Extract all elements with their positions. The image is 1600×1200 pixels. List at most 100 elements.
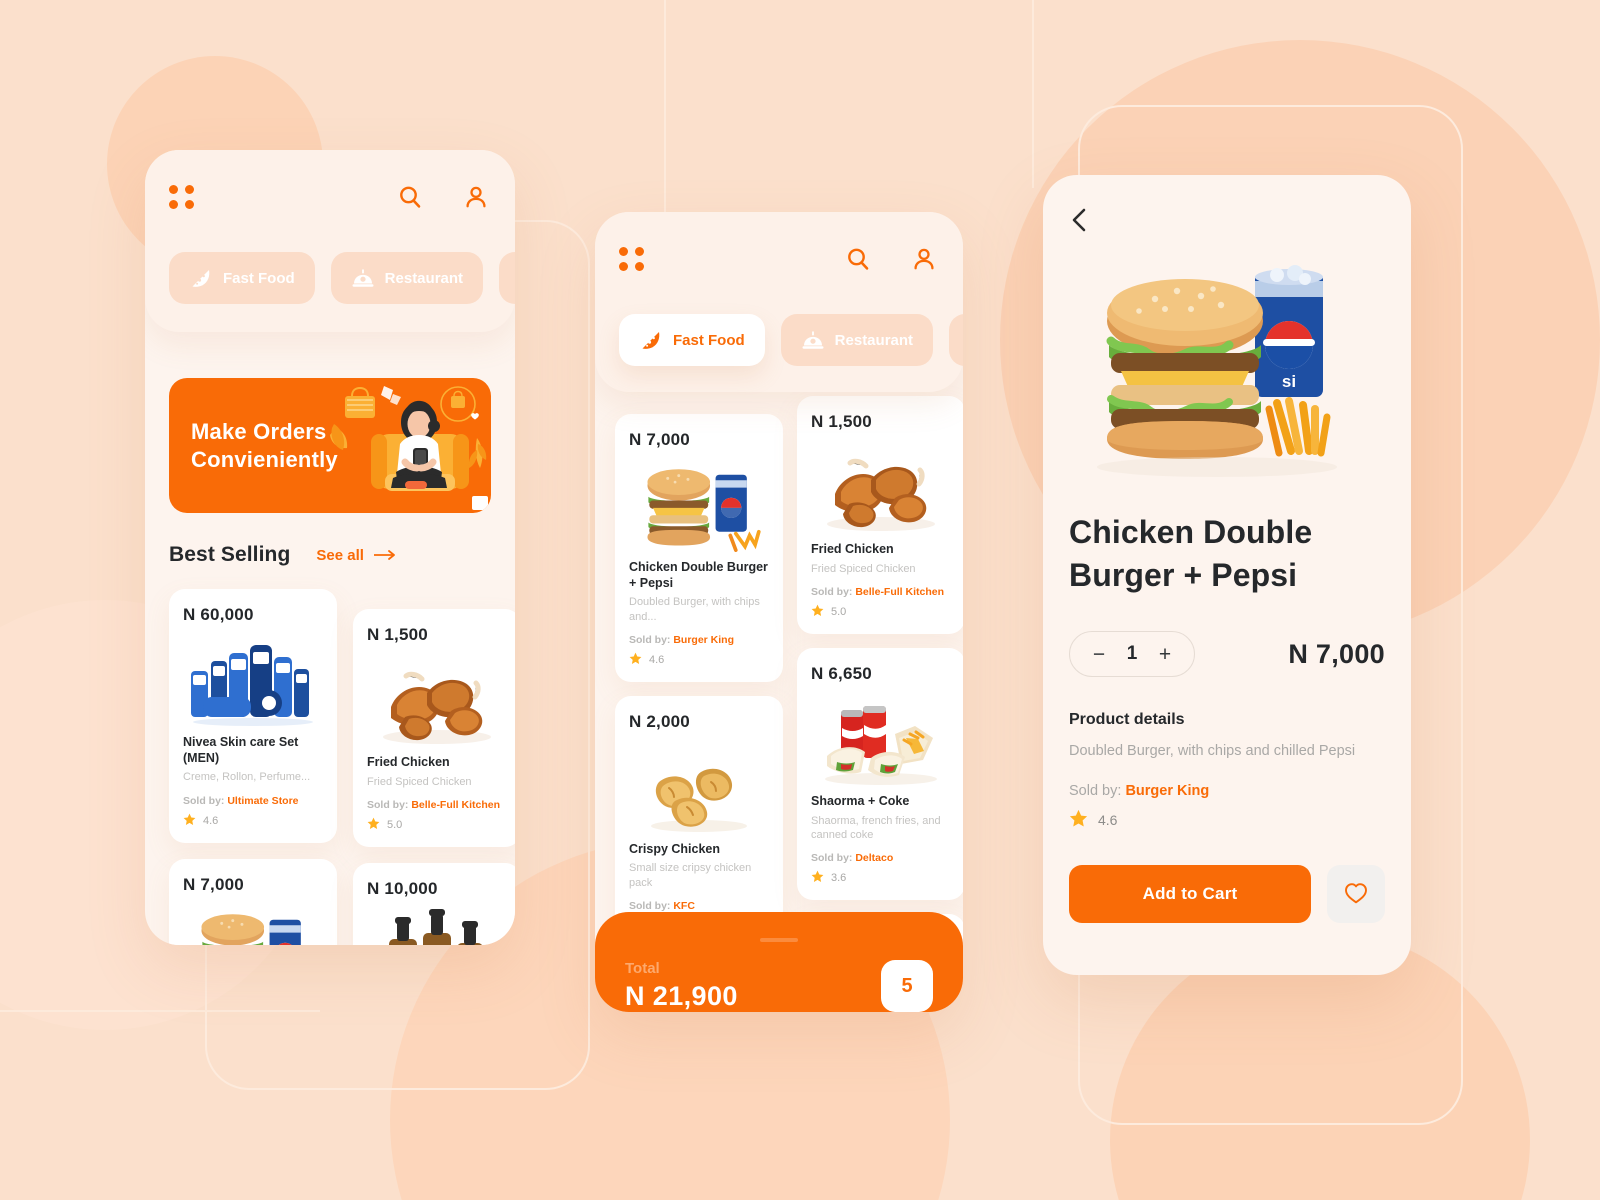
rating-value: 5.0	[387, 818, 403, 831]
rating-value: 5.0	[831, 605, 847, 618]
product-seller: Sold by: KFC	[629, 900, 769, 912]
category-chip-fast-food[interactable]: Fast Food	[169, 252, 315, 304]
best-selling-grid: N 60,000 Nivea Skin care Set (MEN) Creme…	[169, 589, 515, 945]
category-chip-label: Fast Food	[223, 269, 295, 287]
home-screen: Fast Food Restaurant Make Orders Convien…	[145, 150, 515, 945]
quantity-and-price-row: − 1 + N 7,000	[1069, 631, 1385, 678]
product-card[interactable]: N 60,000 Nivea Skin care Set (MEN) Creme…	[169, 589, 337, 843]
rating-value: 4.6	[649, 653, 665, 666]
home-content: Make Orders Convieniently Best Selling S…	[145, 378, 515, 945]
product-name: Shaorma + Coke	[811, 793, 910, 808]
page-title: Best Selling	[169, 543, 291, 566]
product-hero-image-burger-pepsi: si	[1069, 241, 1385, 497]
product-card[interactable]: N 7,000	[169, 858, 337, 945]
top-bar	[169, 180, 491, 214]
seller-name: Ultimate Store	[227, 794, 299, 807]
star-icon	[1069, 809, 1088, 831]
product-detail-screen: si Chicken Double Burger + Pepsi − 1 + N…	[1043, 175, 1411, 975]
home-header-card: Fast Food Restaurant	[145, 150, 515, 332]
category-chip-row: Fast Food Restaurant	[169, 252, 515, 304]
star-icon	[183, 813, 196, 829]
list-header-card: Fast Food Restaurant	[595, 212, 963, 392]
product-description: Fried Spiced Chicken	[367, 775, 472, 788]
product-rating: 5.0	[367, 817, 507, 833]
category-chip-grocery[interactable]: Grocery	[499, 252, 515, 304]
category-chip-grocery[interactable]: Grocery	[949, 314, 963, 366]
star-icon	[811, 604, 824, 620]
product-seller: Sold by: Burger King	[629, 634, 769, 646]
product-image-fried-chicken	[811, 442, 951, 534]
product-image-burger-pepsi	[629, 460, 769, 552]
user-icon[interactable]	[461, 182, 491, 212]
promo-banner[interactable]: Make Orders Convieniently	[169, 378, 491, 513]
product-price: N 6,650	[811, 663, 872, 683]
product-rating: 4.6	[629, 652, 769, 668]
product-card[interactable]: N 7,000	[615, 414, 783, 682]
product-card[interactable]: N 1,500 Fried Chicken Fried Spiced Chick…	[353, 609, 515, 847]
product-image-oil-bottles	[367, 908, 507, 945]
product-price: N 7,000	[1288, 638, 1385, 669]
drag-handle[interactable]	[760, 938, 798, 942]
cart-total-value: N 21,900	[625, 981, 738, 1011]
page-title: Chicken Double Burger + Pepsi	[1069, 514, 1313, 594]
search-icon[interactable]	[843, 244, 873, 274]
quantity-value: 1	[1126, 643, 1138, 665]
user-icon[interactable]	[909, 244, 939, 274]
seller-name: Belle-Full Kitchen	[411, 798, 501, 811]
product-image-shaorma-coke	[811, 694, 951, 786]
product-card[interactable]: N 10,000	[353, 862, 515, 945]
grid-dots-icon[interactable]	[619, 247, 645, 271]
rating-value: 3.6	[831, 872, 847, 885]
product-name: Chicken Double Burger + Pepsi	[629, 560, 768, 590]
see-all-link[interactable]: See all	[316, 547, 396, 564]
arrow-right-icon	[373, 547, 396, 564]
category-chip-label: Fast Food	[673, 331, 745, 349]
product-description: Doubled Burger, with chips and...	[629, 596, 760, 623]
category-chip-restaurant[interactable]: Restaurant	[780, 314, 934, 366]
decrease-quantity-button[interactable]: −	[1090, 644, 1108, 665]
product-card[interactable]: N 1,500 Fried Chicken Fried Spiced Chick…	[797, 396, 963, 634]
quantity-stepper[interactable]: − 1 +	[1069, 631, 1195, 678]
product-rating: 5.0	[811, 604, 951, 620]
product-list-screen: Fast Food Restaurant N 7,000 Chicken Dou…	[595, 212, 963, 1012]
product-price: N 2,000	[629, 711, 690, 731]
product-price: N 7,000	[183, 874, 244, 894]
cart-item-count-badge[interactable]: 5	[881, 960, 933, 1012]
search-icon[interactable]	[395, 182, 425, 212]
chevron-left-icon[interactable]	[1069, 205, 1099, 235]
seller-name: Deltaco	[855, 852, 894, 865]
category-chip-fast-food[interactable]: Fast Food	[619, 314, 765, 366]
product-card[interactable]: N 6,650 Shaorma + Coke Shaorma, french f…	[797, 647, 963, 901]
seller-name: KFC	[673, 900, 695, 913]
product-price: N 60,000	[183, 605, 254, 624]
product-card[interactable]: N 2,000 Crispy Chicken Small size cripsy…	[615, 695, 783, 949]
favourite-button[interactable]	[1327, 865, 1385, 924]
category-chip-label: Restaurant	[834, 331, 914, 349]
product-seller: Sold by: Deltaco	[811, 852, 951, 864]
seller-name[interactable]: Burger King	[1125, 783, 1209, 799]
product-price: N 1,500	[811, 412, 872, 431]
increase-quantity-button[interactable]: +	[1156, 644, 1174, 665]
product-image-burger-pepsi	[183, 905, 323, 945]
decorative-line	[664, 0, 666, 220]
seller-name: Belle-Full Kitchen	[855, 585, 945, 598]
app-mockup-stage: Fast Food Restaurant Make Orders Convien…	[0, 0, 1600, 1200]
product-description: Creme, Rollon, Perfume...	[183, 771, 311, 784]
product-image-fried-chicken	[367, 655, 507, 747]
best-selling-header: Best Selling See all	[169, 543, 491, 567]
category-chip-restaurant[interactable]: Restaurant	[330, 252, 484, 304]
sold-by-label: Sold by:	[183, 794, 225, 807]
sold-by-label: Sold by:	[629, 900, 671, 913]
product-description: Fried Spiced Chicken	[811, 562, 916, 575]
dish-icon	[351, 266, 375, 290]
product-rating: 4.6	[1069, 809, 1385, 831]
rating-value: 4.6	[203, 814, 219, 827]
cart-summary-bar[interactable]: Total N 21,900 5	[595, 912, 963, 1012]
star-icon	[629, 652, 642, 668]
add-to-cart-button[interactable]: Add to Cart	[1069, 865, 1311, 924]
dish-icon	[801, 328, 825, 352]
product-details-heading: Product details	[1069, 711, 1185, 729]
product-description: Shaorma, french fries, and canned coke	[811, 814, 941, 841]
product-details-body: Doubled Burger, with chips and chilled P…	[1069, 743, 1356, 760]
grid-dots-icon[interactable]	[169, 185, 195, 209]
